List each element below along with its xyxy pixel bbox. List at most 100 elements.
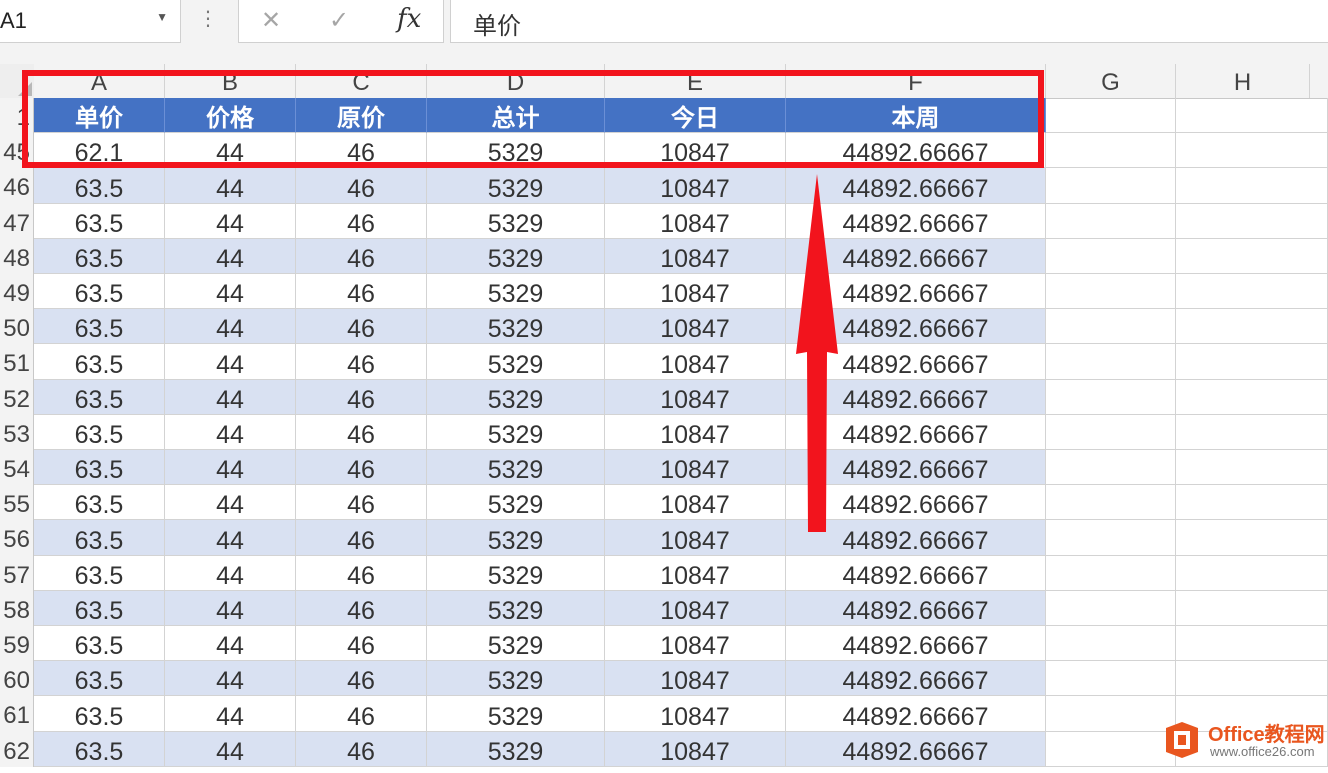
data-cell[interactable]: 10847 bbox=[605, 415, 786, 450]
data-cell[interactable]: 46 bbox=[296, 239, 427, 274]
data-cell[interactable]: 5329 bbox=[427, 274, 605, 309]
data-cell[interactable]: 10847 bbox=[605, 626, 786, 661]
data-cell[interactable]: 63.5 bbox=[34, 732, 165, 767]
empty-cell[interactable] bbox=[1046, 732, 1176, 767]
data-cell[interactable]: 10847 bbox=[605, 309, 786, 344]
row-header[interactable]: 48 bbox=[0, 239, 34, 274]
data-cell[interactable]: 63.5 bbox=[34, 239, 165, 274]
empty-cell[interactable] bbox=[1176, 98, 1328, 133]
data-cell[interactable]: 10847 bbox=[605, 274, 786, 309]
data-cell[interactable]: 46 bbox=[296, 380, 427, 415]
formula-input[interactable]: 单价 bbox=[450, 0, 1328, 43]
data-cell[interactable]: 44 bbox=[165, 661, 296, 696]
data-cell[interactable]: 46 bbox=[296, 696, 427, 732]
data-cell[interactable]: 10847 bbox=[605, 661, 786, 696]
data-cell[interactable]: 63.5 bbox=[34, 626, 165, 661]
row-header[interactable]: 61 bbox=[0, 696, 34, 732]
data-cell[interactable]: 5329 bbox=[427, 344, 605, 380]
data-cell[interactable]: 46 bbox=[296, 274, 427, 309]
data-cell[interactable]: 10847 bbox=[605, 380, 786, 415]
data-cell[interactable]: 44 bbox=[165, 556, 296, 591]
data-cell[interactable]: 44 bbox=[165, 520, 296, 556]
row-header[interactable]: 57 bbox=[0, 556, 34, 591]
empty-cell[interactable] bbox=[1176, 239, 1328, 274]
row-header[interactable]: 58 bbox=[0, 591, 34, 626]
data-cell[interactable]: 44892.66667 bbox=[786, 732, 1046, 767]
data-cell[interactable]: 44892.66667 bbox=[786, 626, 1046, 661]
empty-cell[interactable] bbox=[1046, 168, 1176, 204]
data-cell[interactable]: 44892.66667 bbox=[786, 696, 1046, 732]
data-cell[interactable]: 46 bbox=[296, 732, 427, 767]
data-cell[interactable]: 63.5 bbox=[34, 661, 165, 696]
data-cell[interactable]: 63.5 bbox=[34, 450, 165, 485]
data-cell[interactable]: 5329 bbox=[427, 732, 605, 767]
data-cell[interactable]: 44892.66667 bbox=[786, 591, 1046, 626]
empty-cell[interactable] bbox=[1176, 204, 1328, 239]
data-cell[interactable]: 63.5 bbox=[34, 168, 165, 204]
row-header[interactable]: 62 bbox=[0, 732, 34, 767]
row-header[interactable]: 54 bbox=[0, 450, 34, 485]
data-cell[interactable]: 5329 bbox=[427, 204, 605, 239]
empty-cell[interactable] bbox=[1046, 520, 1176, 556]
data-cell[interactable]: 63.5 bbox=[34, 485, 165, 520]
empty-cell[interactable] bbox=[1176, 520, 1328, 556]
row-header[interactable]: 53 bbox=[0, 415, 34, 450]
empty-cell[interactable] bbox=[1046, 133, 1176, 168]
data-cell[interactable]: 46 bbox=[296, 556, 427, 591]
data-cell[interactable]: 5329 bbox=[427, 485, 605, 520]
chevron-down-icon[interactable]: ▼ bbox=[156, 10, 168, 24]
empty-cell[interactable] bbox=[1046, 591, 1176, 626]
data-cell[interactable]: 10847 bbox=[605, 239, 786, 274]
data-cell[interactable]: 44 bbox=[165, 274, 296, 309]
data-cell[interactable]: 44 bbox=[165, 485, 296, 520]
data-cell[interactable]: 10847 bbox=[605, 485, 786, 520]
row-header[interactable]: 55 bbox=[0, 485, 34, 520]
data-cell[interactable]: 5329 bbox=[427, 450, 605, 485]
enter-check-icon[interactable]: ✓ bbox=[329, 6, 349, 35]
data-cell[interactable]: 5329 bbox=[427, 591, 605, 626]
empty-cell[interactable] bbox=[1176, 661, 1328, 696]
data-cell[interactable]: 5329 bbox=[427, 239, 605, 274]
data-cell[interactable]: 10847 bbox=[605, 344, 786, 380]
data-cell[interactable]: 63.5 bbox=[34, 344, 165, 380]
data-cell[interactable]: 44892.66667 bbox=[786, 556, 1046, 591]
empty-cell[interactable] bbox=[1046, 309, 1176, 344]
data-cell[interactable]: 10847 bbox=[605, 591, 786, 626]
data-cell[interactable]: 46 bbox=[296, 626, 427, 661]
empty-cell[interactable] bbox=[1176, 380, 1328, 415]
data-cell[interactable]: 63.5 bbox=[34, 204, 165, 239]
data-cell[interactable]: 46 bbox=[296, 415, 427, 450]
data-cell[interactable]: 46 bbox=[296, 591, 427, 626]
empty-cell[interactable] bbox=[1046, 344, 1176, 380]
data-cell[interactable]: 63.5 bbox=[34, 309, 165, 344]
data-cell[interactable]: 46 bbox=[296, 485, 427, 520]
data-cell[interactable]: 46 bbox=[296, 204, 427, 239]
data-cell[interactable]: 44 bbox=[165, 732, 296, 767]
data-cell[interactable]: 44 bbox=[165, 415, 296, 450]
empty-cell[interactable] bbox=[1046, 98, 1176, 133]
empty-cell[interactable] bbox=[1176, 415, 1328, 450]
data-cell[interactable]: 44 bbox=[165, 626, 296, 661]
cancel-icon[interactable]: ✕ bbox=[261, 6, 281, 35]
empty-cell[interactable] bbox=[1046, 556, 1176, 591]
data-cell[interactable]: 46 bbox=[296, 168, 427, 204]
data-cell[interactable]: 63.5 bbox=[34, 520, 165, 556]
data-cell[interactable]: 63.5 bbox=[34, 274, 165, 309]
data-cell[interactable]: 44 bbox=[165, 696, 296, 732]
insert-function-icon[interactable]: fx bbox=[397, 4, 421, 34]
data-cell[interactable]: 46 bbox=[296, 344, 427, 380]
empty-cell[interactable] bbox=[1046, 239, 1176, 274]
data-cell[interactable]: 5329 bbox=[427, 661, 605, 696]
row-header[interactable]: 59 bbox=[0, 626, 34, 661]
empty-cell[interactable] bbox=[1176, 450, 1328, 485]
data-cell[interactable]: 5329 bbox=[427, 520, 605, 556]
row-header[interactable]: 60 bbox=[0, 661, 34, 696]
data-cell[interactable]: 5329 bbox=[427, 556, 605, 591]
row-header[interactable]: 46 bbox=[0, 168, 34, 204]
data-cell[interactable]: 10847 bbox=[605, 696, 786, 732]
data-cell[interactable]: 5329 bbox=[427, 626, 605, 661]
empty-cell[interactable] bbox=[1176, 274, 1328, 309]
row-header[interactable]: 50 bbox=[0, 309, 34, 344]
data-cell[interactable]: 44 bbox=[165, 309, 296, 344]
column-header-h[interactable]: H bbox=[1176, 64, 1310, 98]
